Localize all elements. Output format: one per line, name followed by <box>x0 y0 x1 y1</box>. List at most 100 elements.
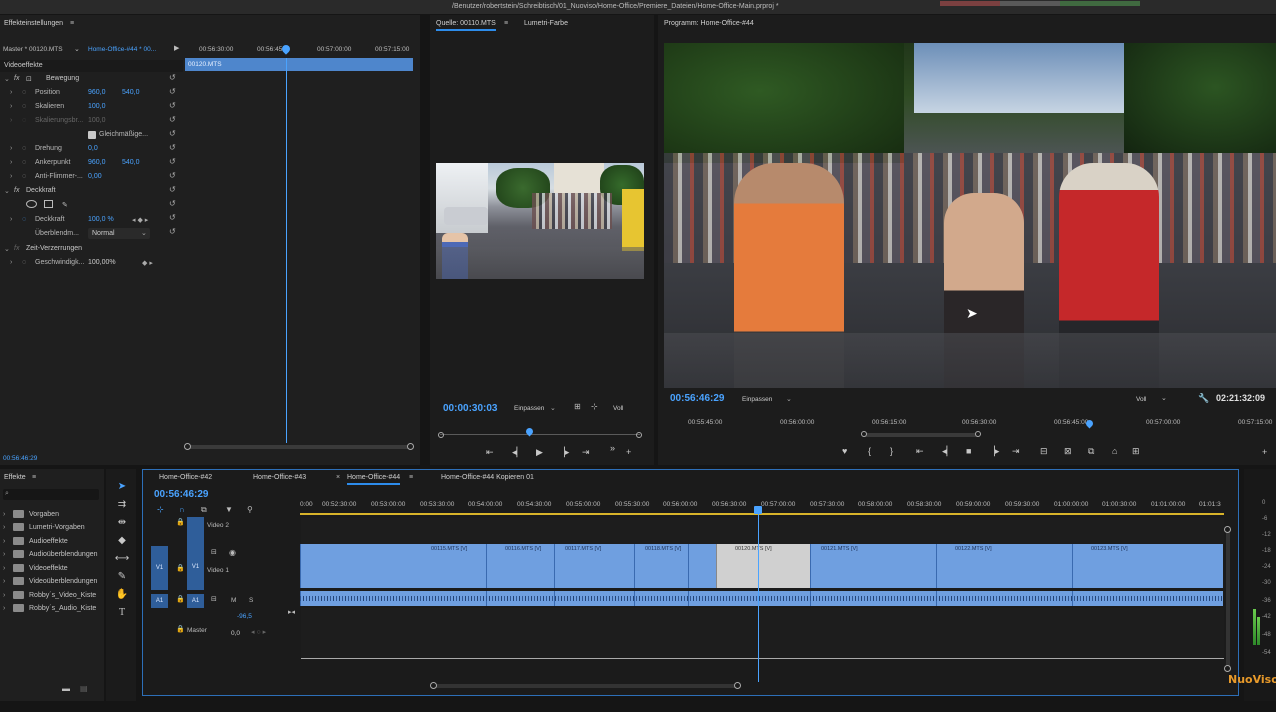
timeline-tab[interactable]: Home-Office-#44 Kopieren 01 <box>441 474 534 481</box>
trim-icon[interactable]: ⧉ <box>1088 446 1094 457</box>
mark-in-icon[interactable]: { <box>868 446 871 456</box>
tree-item[interactable]: › Audioeffekte <box>3 536 103 549</box>
stopwatch-icon[interactable]: ◌ <box>22 173 26 180</box>
close-icon[interactable]: × <box>336 474 340 481</box>
eye-icon[interactable]: ◉ <box>229 549 236 557</box>
wrench-icon[interactable]: ⚲ <box>247 505 253 514</box>
expand-arrow-icon[interactable]: › <box>10 259 12 266</box>
solo-button[interactable]: S <box>249 597 253 604</box>
stopwatch-icon[interactable]: ◌ <box>22 259 26 266</box>
master-label[interactable]: Master * 00120.MTS <box>3 46 63 53</box>
reset-icon[interactable]: ↺ <box>169 141 179 155</box>
scroll-handle-top[interactable] <box>1224 526 1231 533</box>
scroll-handle-left[interactable] <box>438 432 444 438</box>
flicker-value[interactable]: 0,00 <box>88 173 102 180</box>
scroll-handle-right[interactable] <box>636 432 642 438</box>
slip-tool-icon[interactable]: ⟷ <box>112 553 132 569</box>
tree-item[interactable]: › Robby´s_Video_Kiste <box>3 590 103 603</box>
master-value[interactable]: 0,0 <box>231 630 240 637</box>
pen-tool-icon[interactable]: ✎ <box>112 571 132 587</box>
add-button-icon[interactable]: + <box>626 447 631 457</box>
chevron-down-icon[interactable]: ⌄ <box>74 46 80 53</box>
timeline-clip[interactable]: 00115.MTS [V] <box>300 544 486 588</box>
settings-icon[interactable]: ⊞ <box>574 403 581 411</box>
stopwatch-icon[interactable]: ◌ <box>22 216 26 223</box>
snap-icon[interactable]: ⊹ <box>157 505 164 514</box>
checkbox-icon[interactable] <box>88 131 96 139</box>
mark-out-icon[interactable]: ⇥ <box>582 447 590 458</box>
lock-icon[interactable]: 🔒 <box>176 596 185 603</box>
position-y-value[interactable]: 540,0 <box>122 89 140 96</box>
marker-icon[interactable]: ▼ <box>225 505 233 514</box>
time-remap-row[interactable]: ⌄ fx Zeit-Verzerrungen <box>0 243 183 255</box>
speed-row[interactable]: › ◌ Geschwindigk... 100,00% ◆ ▸ <box>0 257 183 269</box>
stopwatch-icon[interactable]: ◌ <box>22 103 26 110</box>
add-marker-icon[interactable]: ⧉ <box>201 505 207 515</box>
tree-item[interactable]: › Vorgaben <box>3 509 103 522</box>
source-timeline-bar[interactable] <box>438 426 642 438</box>
timeline-clip[interactable]: 00116.MTS [V] <box>486 544 554 588</box>
reset-icon[interactable]: ↺ <box>169 197 179 211</box>
go-to-in-icon[interactable]: ⇤ <box>916 446 924 457</box>
ellipse-mask-icon[interactable] <box>26 200 37 208</box>
reset-icon[interactable]: ↺ <box>169 211 179 225</box>
v1-source-button[interactable]: V1 <box>151 546 168 590</box>
stopwatch-icon[interactable]: ◌ <box>22 145 26 152</box>
blend-row[interactable]: Überblendm... Normal ⌄ <box>0 228 183 240</box>
program-timecode[interactable]: 00:56:46:29 <box>670 393 724 404</box>
fx-icon[interactable]: fx <box>14 187 19 194</box>
marker-icon[interactable]: ♥ <box>842 446 847 456</box>
step-back-icon[interactable]: ◂▏ <box>512 447 523 458</box>
linked-selection-icon[interactable]: ∩ <box>179 505 185 514</box>
step-forward-icon[interactable]: ▕▸ <box>988 446 999 457</box>
timeline-tab[interactable]: Home-Office-#43 <box>253 474 306 481</box>
reset-icon[interactable]: ↺ <box>169 99 179 113</box>
wrench-icon[interactable]: 🔧 <box>1198 394 1209 403</box>
sequence-label[interactable]: Home-Office-#44 * 00... <box>88 46 156 53</box>
expand-arrow-icon[interactable]: › <box>10 216 12 223</box>
mute-button[interactable]: M <box>231 597 236 604</box>
opacity-row[interactable]: › ◌ Deckkraft 100,0 % ◂ ◆ ▸ <box>0 214 183 226</box>
source-video-frame[interactable] <box>436 163 644 279</box>
pen-mask-icon[interactable]: ✎ <box>62 201 68 209</box>
type-tool-icon[interactable]: T <box>112 607 132 623</box>
panel-menu-icon[interactable]: ≡ <box>70 20 74 27</box>
flicker-row[interactable]: › ◌ Anti-Flimmer-... 0,00 <box>0 171 183 183</box>
source-fit-select[interactable]: Einpassen ⌄ <box>514 404 568 414</box>
lift-icon[interactable]: ⊟ <box>1040 446 1048 457</box>
a1-target-button[interactable]: A1 <box>187 594 204 608</box>
timeline-playhead[interactable] <box>754 506 762 514</box>
timeline-clip[interactable]: 00118.MTS [V] <box>634 544 688 588</box>
reset-icon[interactable]: ↺ <box>169 85 179 99</box>
program-ruler[interactable]: 00:55:45:00 00:56:00:00 00:56:15:00 00:5… <box>664 415 1276 429</box>
speed-value[interactable]: 100,00% <box>88 259 116 266</box>
hand-tool-icon[interactable]: ✋ <box>112 589 132 605</box>
reset-icon[interactable]: ↺ <box>169 127 179 141</box>
expand-arrow-icon[interactable]: › <box>10 145 12 152</box>
mark-in-icon[interactable]: ⇤ <box>486 447 494 458</box>
voice-over-icon[interactable]: ▸◂ <box>288 609 295 616</box>
keyframe-nav-icon[interactable]: ◂ ◆ ▸ <box>132 216 148 224</box>
step-forward-icon[interactable]: ▕▸ <box>558 447 569 458</box>
scroll-handle-right[interactable] <box>975 431 981 437</box>
stopwatch-icon[interactable]: ◌ <box>22 159 26 166</box>
camera-icon[interactable]: ⌂ <box>1112 446 1117 456</box>
opacity-section-row[interactable]: ⌄ fx Deckkraft <box>0 185 183 197</box>
scroll-handle-left[interactable] <box>861 431 867 437</box>
tree-item[interactable]: › Videoeffekte <box>3 563 103 576</box>
position-row[interactable]: › ◌ Position 960,0 540,0 <box>0 87 183 99</box>
timeline-timecode[interactable]: 00:56:46:29 <box>154 489 208 500</box>
tree-item[interactable]: › Robby´s_Audio_Kiste <box>3 603 103 616</box>
lock-icon[interactable]: 🔒 <box>176 626 185 633</box>
program-video-frame[interactable]: ➤ <box>664 43 1276 388</box>
anchor-x-value[interactable]: 960,0 <box>88 159 106 166</box>
sync-lock-icon[interactable]: ⊟ <box>211 549 217 556</box>
expand-arrow-icon[interactable]: › <box>10 173 12 180</box>
collapse-arrow-icon[interactable]: ⌄ <box>4 75 10 83</box>
scroll-handle-right[interactable] <box>407 443 414 450</box>
motion-icon[interactable]: ⊡ <box>26 75 32 83</box>
program-zoom-bar[interactable] <box>861 431 981 437</box>
scroll-handle-left[interactable] <box>430 682 437 689</box>
more-icon[interactable]: » <box>610 443 615 453</box>
scroll-handle-left[interactable] <box>184 443 191 450</box>
